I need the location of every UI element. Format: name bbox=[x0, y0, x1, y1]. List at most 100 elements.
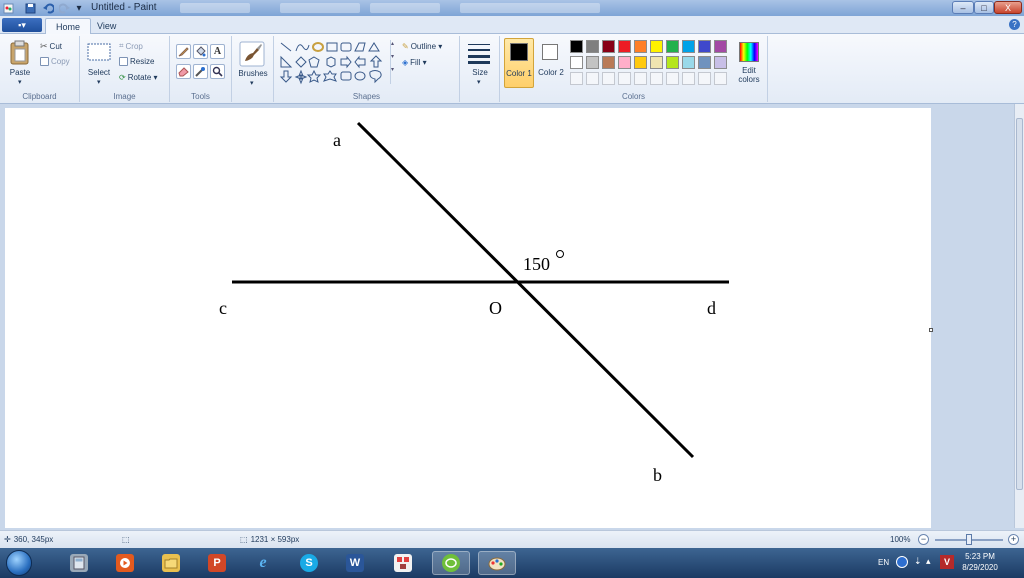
size-button[interactable]: Size ▾ bbox=[466, 42, 494, 86]
color-picker-icon[interactable] bbox=[193, 64, 208, 79]
color1-label: Color 1 bbox=[506, 69, 532, 78]
word-app[interactable]: W bbox=[336, 551, 374, 575]
label-o: O bbox=[489, 298, 502, 318]
text-icon[interactable]: A bbox=[210, 44, 225, 59]
shapes-scroll[interactable]: ▴ ▾ ▾ bbox=[390, 40, 398, 84]
color2-button[interactable]: Color 2 bbox=[538, 38, 564, 88]
palette-color-swatch[interactable] bbox=[634, 40, 647, 53]
tab-view[interactable]: View bbox=[87, 18, 126, 34]
window-title: Untitled - Paint bbox=[91, 2, 157, 13]
palette-color-swatch[interactable] bbox=[586, 56, 599, 69]
palette-color-swatch[interactable] bbox=[602, 40, 615, 53]
palette-color-swatch[interactable] bbox=[570, 40, 583, 53]
palette-color-swatch[interactable] bbox=[682, 40, 695, 53]
help-icon[interactable]: ? bbox=[1009, 19, 1020, 30]
language-indicator[interactable]: EN bbox=[878, 558, 889, 567]
paste-button[interactable]: Paste ▾ bbox=[8, 40, 32, 86]
eraser-icon[interactable] bbox=[176, 64, 191, 79]
palette-color-swatch[interactable] bbox=[698, 40, 711, 53]
media-app[interactable] bbox=[106, 551, 144, 575]
palette-color-swatch[interactable] bbox=[650, 56, 663, 69]
palette-color-swatch[interactable] bbox=[602, 56, 615, 69]
cut-button[interactable]: ✂ Cut bbox=[40, 41, 62, 52]
network-app[interactable] bbox=[384, 551, 422, 575]
paint-app[interactable] bbox=[478, 551, 516, 575]
palette-empty-swatch[interactable] bbox=[634, 72, 647, 85]
geogebra-icon bbox=[442, 554, 460, 572]
customize-icon[interactable]: ▾ bbox=[73, 2, 85, 14]
palette-empty-swatch[interactable] bbox=[682, 72, 695, 85]
ie-app[interactable]: e bbox=[244, 551, 282, 575]
media-player-icon bbox=[116, 554, 134, 572]
size-label: Size bbox=[472, 68, 488, 77]
palette-empty-swatch[interactable] bbox=[698, 72, 711, 85]
edit-colors-label: Edit colors bbox=[738, 66, 760, 84]
palette-empty-swatch[interactable] bbox=[618, 72, 631, 85]
show-hidden-icons[interactable]: ▴ bbox=[926, 556, 931, 567]
zoom-out-button[interactable]: − bbox=[918, 534, 929, 545]
palette-color-swatch[interactable] bbox=[650, 40, 663, 53]
palette-color-swatch[interactable] bbox=[666, 40, 679, 53]
explorer-app[interactable] bbox=[152, 551, 190, 575]
vertical-scrollbar[interactable] bbox=[1014, 104, 1024, 528]
shapes-gallery[interactable] bbox=[279, 41, 399, 85]
palette-color-swatch[interactable] bbox=[714, 40, 727, 53]
palette-empty-swatch[interactable] bbox=[666, 72, 679, 85]
undo-icon[interactable] bbox=[42, 2, 54, 14]
cut-label: Cut bbox=[49, 42, 62, 51]
skype-app[interactable]: S bbox=[290, 551, 328, 575]
palette-color-swatch[interactable] bbox=[634, 56, 647, 69]
palette-empty-swatch[interactable] bbox=[586, 72, 599, 85]
palette-color-swatch[interactable] bbox=[682, 56, 695, 69]
palette-color-swatch[interactable] bbox=[570, 56, 583, 69]
close-button[interactable]: X bbox=[994, 1, 1022, 14]
magnifier-icon[interactable] bbox=[210, 64, 225, 79]
scroll-thumb[interactable] bbox=[1016, 118, 1023, 490]
crop-button[interactable]: ⌗ Crop bbox=[119, 41, 143, 51]
palette-empty-swatch[interactable] bbox=[570, 72, 583, 85]
palette-color-swatch[interactable] bbox=[618, 56, 631, 69]
start-button[interactable] bbox=[6, 550, 32, 576]
tab-home[interactable]: Home bbox=[45, 18, 92, 34]
line-ab bbox=[356, 121, 695, 459]
palette-color-swatch[interactable] bbox=[666, 56, 679, 69]
zoom-in-button[interactable]: + bbox=[1008, 534, 1019, 545]
label-a: a bbox=[333, 130, 341, 150]
drawing-canvas[interactable]: a b c d O 150 bbox=[5, 108, 931, 528]
fill-icon[interactable] bbox=[193, 44, 208, 59]
edit-colors-button[interactable]: Edit colors bbox=[732, 40, 766, 86]
color1-button[interactable]: Color 1 bbox=[504, 38, 534, 88]
clipboard-group-label: Clipboard bbox=[22, 92, 57, 101]
brushes-button[interactable]: Brushes ▾ bbox=[238, 41, 268, 87]
fill-button[interactable]: ◈ Fill ▾ bbox=[402, 58, 427, 67]
select-button[interactable]: Select ▾ bbox=[86, 42, 114, 86]
save-icon[interactable] bbox=[24, 2, 36, 14]
rotate-button[interactable]: ⟳ Rotate ▾ bbox=[119, 73, 158, 82]
palette-color-swatch[interactable] bbox=[618, 40, 631, 53]
image-group-label: Image bbox=[113, 92, 136, 101]
volume-icon[interactable]: ⇣ bbox=[914, 556, 922, 567]
palette-color-swatch[interactable] bbox=[698, 56, 711, 69]
palette-color-swatch[interactable] bbox=[714, 56, 727, 69]
shapes-group-label: Shapes bbox=[352, 92, 381, 101]
palette-empty-swatch[interactable] bbox=[602, 72, 615, 85]
help-tray-icon[interactable] bbox=[896, 556, 908, 568]
clock[interactable]: 5:23 PM 8/29/2020 bbox=[940, 551, 1020, 573]
palette-empty-swatch[interactable] bbox=[714, 72, 727, 85]
calculator-app[interactable] bbox=[60, 551, 98, 575]
canvas-resize-handle[interactable] bbox=[929, 328, 933, 332]
palette-color-swatch[interactable] bbox=[586, 40, 599, 53]
maximize-button[interactable]: □ bbox=[974, 1, 994, 14]
minimize-button[interactable]: – bbox=[952, 1, 974, 14]
outline-button[interactable]: ✎ Outline ▾ bbox=[402, 42, 442, 51]
zoom-slider-thumb[interactable] bbox=[966, 534, 972, 545]
file-menu-button[interactable]: ▪▾ bbox=[2, 18, 42, 32]
resize-button[interactable]: Resize bbox=[119, 57, 154, 66]
selection-size: ⬚ bbox=[122, 535, 133, 544]
pencil-icon[interactable] bbox=[176, 44, 191, 59]
geogebra-app[interactable] bbox=[432, 551, 470, 575]
powerpoint-app[interactable]: P bbox=[198, 551, 236, 575]
copy-button[interactable]: Copy bbox=[40, 57, 70, 66]
redo-icon[interactable] bbox=[58, 2, 70, 14]
palette-empty-swatch[interactable] bbox=[650, 72, 663, 85]
